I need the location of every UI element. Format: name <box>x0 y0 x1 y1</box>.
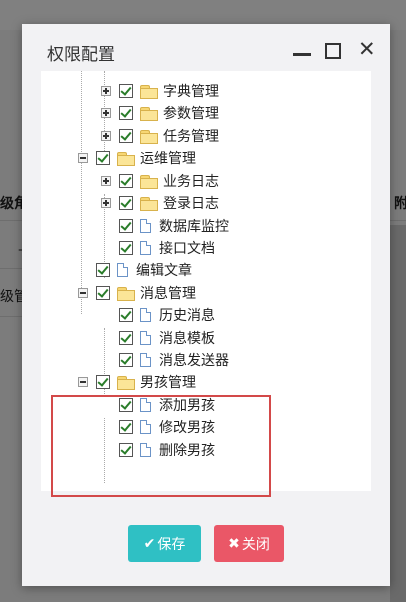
document-icon <box>140 331 151 345</box>
tree-node-ops[interactable]: 运维管理 <box>78 147 196 169</box>
tree-node-dict[interactable]: 字典管理 <box>101 80 219 102</box>
tree-node-msg-sender[interactable]: 消息发送器 <box>101 349 229 371</box>
tree-node-label[interactable]: 历史消息 <box>159 305 215 325</box>
tree-node-biz-log[interactable]: 业务日志 <box>101 170 219 192</box>
checkbox-checked-icon[interactable] <box>119 331 133 345</box>
expand-icon[interactable] <box>101 86 111 96</box>
tree-node-label[interactable]: 男孩管理 <box>140 372 196 392</box>
close-button[interactable]: ✖ 关闭 <box>214 525 284 562</box>
check-icon: ✔ <box>143 535 156 552</box>
checkbox-checked-icon[interactable] <box>119 219 133 233</box>
expand-icon[interactable] <box>101 108 111 118</box>
dialog-title: 权限配置 <box>47 45 115 65</box>
folder-icon <box>140 196 158 211</box>
tree-node-label[interactable]: 参数管理 <box>163 103 219 123</box>
tree-node-label[interactable]: 消息模板 <box>159 328 215 348</box>
tree-node-label[interactable]: 运维管理 <box>140 148 196 168</box>
close-label: 关闭 <box>241 536 270 553</box>
tree-node-label[interactable]: 消息发送器 <box>159 350 229 370</box>
expand-icon[interactable] <box>101 198 111 208</box>
tree-node-label[interactable]: 字典管理 <box>163 81 219 101</box>
tree-node-login-log[interactable]: 登录日志 <box>101 192 219 214</box>
document-icon <box>140 219 151 233</box>
tree-node-label[interactable]: 数据库监控 <box>159 216 229 236</box>
save-label: 保存 <box>157 536 186 553</box>
tree-node-label[interactable]: 编辑文章 <box>136 260 192 280</box>
maximize-icon[interactable] <box>325 43 341 59</box>
checkbox-checked-icon[interactable] <box>96 286 110 300</box>
tree-node-msg-history[interactable]: 历史消息 <box>101 304 215 326</box>
collapse-icon[interactable] <box>78 153 88 163</box>
tree-node-tasks[interactable]: 任务管理 <box>101 125 219 147</box>
checkbox-checked-icon[interactable] <box>119 174 133 188</box>
highlight-box <box>51 395 271 497</box>
tree-node-label[interactable]: 任务管理 <box>163 126 219 146</box>
document-icon <box>117 263 128 277</box>
tree-node-message[interactable]: 消息管理 <box>78 282 196 304</box>
permission-dialog: 权限配置 ✕ 字典管理 参数管理 任务管理 运维管理 业务日志 登录日志 数据库… <box>22 24 390 586</box>
folder-icon <box>140 106 158 121</box>
checkbox-checked-icon[interactable] <box>119 129 133 143</box>
document-icon <box>140 308 151 322</box>
checkbox-checked-icon[interactable] <box>119 84 133 98</box>
checkbox-checked-icon[interactable] <box>119 353 133 367</box>
tree-node-api-docs[interactable]: 接口文档 <box>101 237 215 259</box>
folder-open-icon <box>117 151 135 166</box>
tree-node-boy[interactable]: 男孩管理 <box>78 371 196 393</box>
background-scrollbar <box>390 225 406 602</box>
folder-icon <box>140 174 158 189</box>
folder-open-icon <box>117 286 135 301</box>
save-button[interactable]: ✔ 保存 <box>128 525 201 562</box>
checkbox-checked-icon[interactable] <box>96 375 110 389</box>
folder-icon <box>140 84 158 99</box>
checkbox-checked-icon[interactable] <box>96 151 110 165</box>
minimize-icon[interactable] <box>293 53 311 56</box>
tree-node-msg-template[interactable]: 消息模板 <box>101 327 215 349</box>
close-x-icon: ✖ <box>228 535 240 552</box>
tree-node-label[interactable]: 业务日志 <box>163 171 219 191</box>
tree-node-label[interactable]: 登录日志 <box>163 193 219 213</box>
checkbox-checked-icon[interactable] <box>96 263 110 277</box>
checkbox-checked-icon[interactable] <box>119 196 133 210</box>
collapse-icon[interactable] <box>78 377 88 387</box>
folder-open-icon <box>117 375 135 390</box>
checkbox-checked-icon[interactable] <box>119 308 133 322</box>
tree-node-label[interactable]: 接口文档 <box>159 238 215 258</box>
folder-icon <box>140 129 158 144</box>
tree-node-edit-article[interactable]: 编辑文章 <box>78 259 192 281</box>
tree-node-params[interactable]: 参数管理 <box>101 102 219 124</box>
tree-node-label[interactable]: 消息管理 <box>140 283 196 303</box>
checkbox-checked-icon[interactable] <box>119 106 133 120</box>
close-icon[interactable]: ✕ <box>358 39 376 60</box>
checkbox-checked-icon[interactable] <box>119 241 133 255</box>
background-header-fragment: 附 <box>394 196 406 212</box>
document-icon <box>140 241 151 255</box>
collapse-icon[interactable] <box>78 288 88 298</box>
tree-node-db-monitor[interactable]: 数据库监控 <box>101 215 229 237</box>
document-icon <box>140 353 151 367</box>
expand-icon[interactable] <box>101 131 111 141</box>
expand-icon[interactable] <box>101 176 111 186</box>
